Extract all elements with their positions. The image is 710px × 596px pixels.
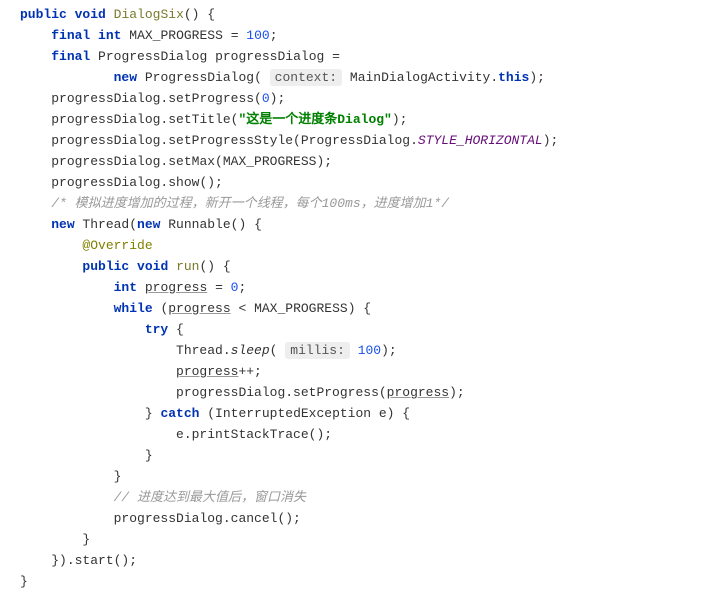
comment-line: // 进度达到最大值后，窗口消失 (114, 490, 306, 505)
text: MainDialogActivity. (342, 70, 498, 85)
keyword: void (137, 259, 168, 274)
text: progressDialog.setTitle( (51, 112, 238, 127)
keyword: final (51, 28, 90, 43)
text: ( (254, 70, 270, 85)
keyword: int (114, 280, 137, 295)
identifier: MAX_PROGRESS (254, 301, 348, 316)
text: ); (529, 70, 545, 85)
code-line: while (progress < MAX_PROGRESS) { (114, 301, 371, 316)
method-name: DialogSix (114, 7, 184, 22)
text: } (145, 406, 161, 421)
text: < (231, 301, 254, 316)
text: Thread. (176, 343, 231, 358)
keyword: this (498, 70, 529, 85)
method-name: run (176, 259, 199, 274)
keyword: final (51, 49, 90, 64)
identifier: progress (387, 385, 449, 400)
text: = (324, 49, 340, 64)
text: = (207, 280, 230, 295)
code-line: public void run() { (82, 259, 230, 274)
code-line: try { (145, 322, 184, 337)
method-call: sleep (231, 343, 270, 358)
number: 0 (262, 91, 270, 106)
text: (InterruptedException e) { (199, 406, 410, 421)
type: ProgressDialog (145, 70, 254, 85)
code-editor[interactable]: public void DialogSix() { final int MAX_… (0, 0, 710, 596)
keyword: new (137, 217, 160, 232)
text (350, 343, 358, 358)
text: progressDialog.setProgressStyle(Progress… (51, 133, 418, 148)
code-line: } (114, 469, 122, 484)
type: ProgressDialog (98, 49, 215, 64)
text: ); (543, 133, 559, 148)
identifier: progressDialog (215, 49, 324, 64)
keyword: try (145, 322, 168, 337)
text: Runnable() { (160, 217, 261, 232)
text: () { (199, 259, 230, 274)
text: progressDialog.setProgress( (176, 385, 387, 400)
identifier: progress (168, 301, 230, 316)
text: ) { (348, 301, 371, 316)
code-line: } (20, 574, 28, 589)
text: ); (392, 112, 408, 127)
code-line: } (82, 532, 90, 547)
text: ++; (238, 364, 261, 379)
code-line: final ProgressDialog progressDialog = (51, 49, 340, 64)
text: ( (270, 343, 286, 358)
code-line: progressDialog.cancel(); (114, 511, 301, 526)
keyword: void (75, 7, 106, 22)
text: progressDialog.setProgress( (51, 91, 262, 106)
code-line: final int MAX_PROGRESS = 100; (51, 28, 277, 43)
text: ); (270, 91, 286, 106)
code-line: int progress = 0; (114, 280, 247, 295)
code-line: progress++; (176, 364, 262, 379)
identifier: MAX_PROGRESS (129, 28, 223, 43)
text: ); (449, 385, 465, 400)
keyword: public (20, 7, 67, 22)
param-hint: context: (270, 69, 342, 86)
keyword: new (114, 70, 137, 85)
text: Thread( (75, 217, 137, 232)
code-line: } catch (InterruptedException e) { (145, 406, 410, 421)
identifier: progress (176, 364, 238, 379)
code-line: Thread.sleep( millis: 100); (176, 342, 397, 359)
keyword: int (98, 28, 121, 43)
text: () { (184, 7, 215, 22)
keyword: while (114, 301, 153, 316)
text: ); (381, 343, 397, 358)
text: = (223, 28, 246, 43)
code-line: progressDialog.setProgress(progress); (176, 385, 465, 400)
text: { (168, 322, 184, 337)
code-line: } (145, 448, 153, 463)
code-line: progressDialog.show(); (51, 175, 223, 190)
code-line: public void DialogSix() { (20, 7, 215, 22)
constant: STYLE_HORIZONTAL (418, 133, 543, 148)
param-hint: millis: (285, 342, 350, 359)
keyword: public (82, 259, 129, 274)
annotation: @Override (82, 238, 152, 253)
number: 100 (246, 28, 269, 43)
code-line: }).start(); (51, 553, 137, 568)
code-line: e.printStackTrace(); (176, 427, 332, 442)
identifier: progress (145, 280, 207, 295)
code-line: progressDialog.setMax(MAX_PROGRESS); (51, 154, 332, 169)
code-line: progressDialog.setProgressStyle(Progress… (51, 133, 558, 148)
text: ; (238, 280, 246, 295)
code-line: progressDialog.setTitle("这是一个进度条Dialog")… (51, 112, 407, 127)
number: 100 (358, 343, 381, 358)
string-literal: "这是一个进度条Dialog" (238, 112, 391, 127)
text: ; (270, 28, 278, 43)
keyword: new (51, 217, 74, 232)
comment-line: /* 模拟进度增加的过程，新开一个线程，每个100ms，进度增加1*/ (51, 196, 449, 211)
code-line: new ProgressDialog( context: MainDialogA… (114, 69, 545, 86)
text: ( (153, 301, 169, 316)
code-line: new Thread(new Runnable() { (51, 217, 262, 232)
keyword: catch (160, 406, 199, 421)
code-line: progressDialog.setProgress(0); (51, 91, 285, 106)
